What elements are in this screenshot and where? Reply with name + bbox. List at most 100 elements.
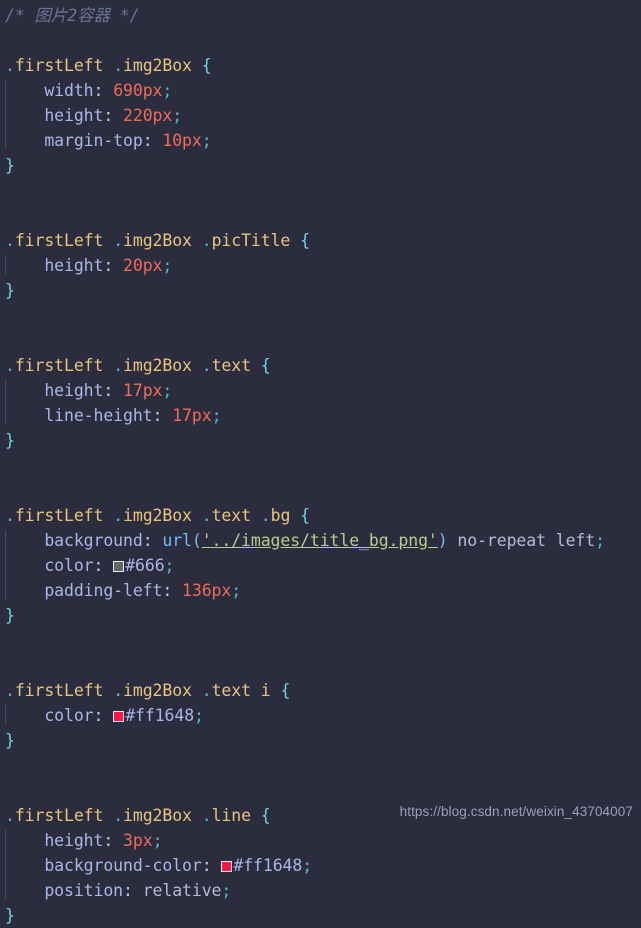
selector-firstLeft: firstLeft [14, 56, 104, 75]
property-line-height: line-height [44, 406, 153, 425]
value-17px: 17px [172, 406, 212, 425]
value-20px: 20px [123, 256, 163, 275]
background-keywords: no-repeat left [457, 531, 596, 550]
colon: : [123, 881, 133, 900]
selector-firstLeft: firstLeft [14, 356, 104, 375]
selector-text: text [211, 506, 251, 525]
selector-picTitle: picTitle [211, 231, 291, 250]
open-brace: { [280, 681, 291, 700]
selector-dot-icon: . [5, 806, 15, 825]
property-height: height [44, 256, 104, 275]
selector-dot-icon: . [201, 356, 212, 375]
code-line-declaration-background: background: url('../images/title_bg.png'… [0, 528, 641, 553]
colon: : [93, 81, 104, 100]
colon: : [162, 581, 173, 600]
property-color: color [44, 556, 94, 575]
semicolon: ; [194, 706, 204, 725]
code-line-declaration-color: color: #666; [0, 553, 641, 578]
value-relative: relative [142, 881, 222, 900]
close-brace: } [5, 281, 15, 300]
property-position: position [44, 881, 124, 900]
color-swatch-666[interactable] [113, 561, 125, 572]
open-brace: { [260, 356, 271, 375]
semicolon: ; [162, 81, 173, 100]
selector-dot-icon: . [5, 56, 15, 75]
colon: : [152, 406, 163, 425]
value-17px: 17px [123, 381, 163, 400]
selector-dot-icon: . [113, 56, 124, 75]
selector-dot-icon: . [201, 506, 212, 525]
selector-dot-icon: . [201, 806, 212, 825]
color-swatch-ff1648[interactable] [113, 711, 125, 722]
property-height: height [44, 381, 104, 400]
property-width: width [44, 81, 94, 100]
code-line-declaration: height: 220px; [0, 103, 641, 128]
colon: : [93, 706, 104, 725]
selector-dot-icon: . [5, 356, 15, 375]
value-690px: 690px [113, 81, 163, 100]
selector-dot-icon: . [113, 506, 124, 525]
value-hex-ff1648: #ff1648 [233, 856, 303, 875]
selector-dot-icon: . [113, 356, 124, 375]
code-line-close-brace: } [0, 278, 641, 303]
code-line-close-brace: } [0, 603, 641, 628]
open-brace: { [300, 506, 310, 525]
selector-dot-icon: . [260, 506, 271, 525]
selector-dot-icon: . [5, 506, 15, 525]
property-background-color: background-color [44, 856, 202, 875]
selector-img2Box: img2Box [123, 356, 192, 375]
selector-img2Box: img2Box [123, 231, 192, 250]
selector-tag-i: i [260, 681, 271, 700]
close-brace: } [5, 606, 15, 625]
selector-dot-icon: . [201, 681, 212, 700]
property-margin-top: margin-top [44, 131, 143, 150]
semicolon: ; [231, 581, 242, 600]
selector-firstLeft: firstLeft [14, 506, 104, 525]
selector-text: text [211, 681, 251, 700]
selector-bg: bg [270, 506, 291, 525]
code-line-declaration-color: color: #ff1648; [0, 703, 641, 728]
property-height: height [44, 831, 104, 850]
selector-img2Box: img2Box [123, 506, 192, 525]
code-editor-viewport[interactable]: /* 图片2容器 */ .firstLeft .img2Box { width:… [0, 0, 641, 925]
code-line-selector: .firstLeft .img2Box .text .bg { [0, 503, 641, 528]
property-color: color [44, 706, 94, 725]
value-10px: 10px [162, 131, 202, 150]
code-line-close-brace: } [0, 903, 641, 928]
selector-img2Box: img2Box [123, 56, 192, 75]
semicolon: ; [162, 381, 173, 400]
code-line-selector: .firstLeft .img2Box .picTitle { [0, 228, 641, 253]
colon: : [103, 256, 114, 275]
property-background: background [44, 531, 143, 550]
css-comment: /* 图片2容器 */ [5, 6, 140, 25]
property-padding-left: padding-left [44, 581, 163, 600]
url-string-literal[interactable]: '../images/title_bg.png' [202, 531, 438, 550]
semicolon: ; [152, 831, 163, 850]
semicolon: ; [164, 556, 175, 575]
semicolon: ; [221, 881, 232, 900]
selector-text: text [211, 356, 251, 375]
code-line-declaration-background-color: background-color: #ff1648; [0, 853, 641, 878]
close-brace: } [5, 906, 15, 925]
colon: : [93, 556, 104, 575]
colon: : [103, 381, 114, 400]
colon: : [103, 831, 114, 850]
value-hex-666: #666 [125, 556, 165, 575]
code-line-declaration: height: 3px; [0, 828, 641, 853]
colon: : [142, 531, 153, 550]
value-hex-ff1648: #ff1648 [125, 706, 195, 725]
semicolon: ; [211, 406, 222, 425]
selector-img2Box: img2Box [123, 681, 192, 700]
selector-dot-icon: . [113, 806, 124, 825]
code-line-declaration: margin-top: 10px; [0, 128, 641, 153]
close-brace: } [5, 431, 15, 450]
csdn-watermark: https://blog.csdn.net/weixin_43704007 [399, 804, 633, 819]
selector-dot-icon: . [201, 231, 212, 250]
color-swatch-ff1648[interactable] [221, 861, 233, 872]
